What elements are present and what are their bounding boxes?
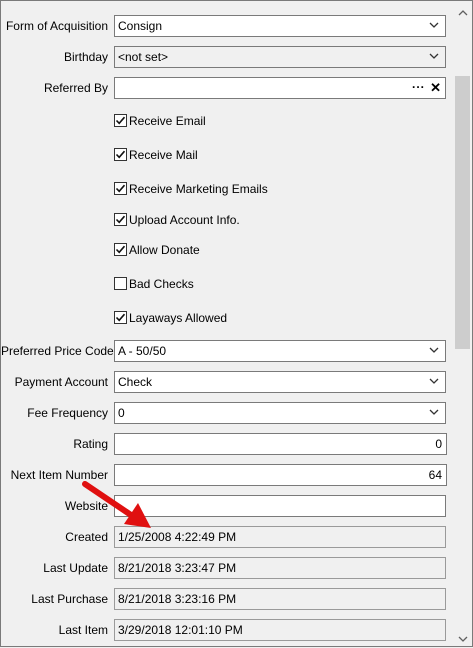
checkmark-icon	[115, 184, 126, 193]
checkbox-row[interactable]: Bad Checks	[114, 276, 374, 292]
created-row: Created 1/25/2008 4:22:49 PM	[1, 526, 449, 548]
form-of-acquisition-row: Form of Acquisition Consign	[1, 15, 449, 37]
fee-frequency-select[interactable]: 0	[114, 402, 446, 424]
birthday-picker[interactable]: <not set>	[114, 46, 446, 68]
website-input[interactable]	[114, 495, 446, 517]
referred-by-field[interactable]: ... ✕	[114, 77, 446, 99]
preferred-price-code-select[interactable]: A - 50/50	[114, 340, 446, 362]
clear-icon[interactable]: ✕	[430, 78, 441, 98]
checkbox-label: Receive Mail	[129, 148, 198, 162]
checkbox-row[interactable]: Layaways Allowed	[114, 310, 374, 326]
last-purchase-row: Last Purchase 8/21/2018 3:23:16 PM	[1, 588, 449, 610]
checkbox-checked[interactable]	[114, 243, 127, 256]
rating-label: Rating	[73, 437, 108, 451]
scroll-up-icon[interactable]	[458, 6, 468, 16]
checkbox-label: Receive Email	[129, 114, 206, 128]
payment-account-row: Payment Account Check	[1, 371, 449, 393]
checkbox-checked[interactable]	[114, 311, 127, 324]
last-update-value: 8/21/2018 3:23:47 PM	[114, 557, 446, 579]
payment-account-select[interactable]: Check	[114, 371, 446, 393]
last-purchase-label: Last Purchase	[31, 592, 108, 606]
checkmark-icon	[115, 245, 126, 254]
rating-row: Rating 0	[1, 433, 449, 455]
last-item-label: Last Item	[58, 623, 108, 637]
form-of-acquisition-value: Consign	[118, 19, 163, 33]
rating-input[interactable]: 0	[114, 433, 447, 455]
birthday-label: Birthday	[63, 50, 108, 64]
checkbox-label: Bad Checks	[129, 277, 194, 291]
chevron-down-icon[interactable]	[429, 47, 441, 67]
payment-account-value: Check	[118, 375, 153, 389]
checkmark-icon	[115, 215, 126, 224]
scrollbar-thumb[interactable]	[455, 76, 470, 349]
checkbox-checked[interactable]	[114, 148, 127, 161]
checkbox-row[interactable]: Receive Marketing Emails	[114, 181, 374, 197]
checkbox-row[interactable]: Receive Email	[114, 113, 374, 129]
checkbox-label: Layaways Allowed	[129, 311, 228, 325]
last-item-value: 3/29/2018 12:01:10 PM	[114, 619, 446, 641]
payment-account-label: Payment Account	[14, 375, 108, 389]
birthday-value: <not set>	[118, 50, 169, 64]
last-purchase-value: 8/21/2018 3:23:16 PM	[114, 588, 446, 610]
preferred-price-code-label: Preferred Price Code	[1, 344, 114, 358]
fee-frequency-row: Fee Frequency 0	[1, 402, 449, 424]
checkbox-label: Receive Marketing Emails	[129, 182, 268, 196]
referred-by-row: Referred By ... ✕	[1, 77, 449, 99]
checkbox-label: Allow Donate	[129, 243, 200, 257]
created-value: 1/25/2008 4:22:49 PM	[114, 526, 446, 548]
checkbox-checked[interactable]	[114, 114, 127, 127]
fee-frequency-value: 0	[118, 406, 125, 420]
vertical-scrollbar[interactable]	[453, 1, 472, 646]
chevron-down-icon[interactable]	[429, 341, 441, 361]
scroll-down-icon[interactable]	[458, 632, 468, 642]
browse-ellipsis-button[interactable]: ...	[412, 78, 425, 94]
created-label: Created	[65, 530, 108, 544]
checkbox-unchecked[interactable]	[114, 277, 127, 290]
checkbox-row[interactable]: Receive Mail	[114, 147, 374, 163]
birthday-row: Birthday <not set>	[1, 46, 449, 68]
referred-by-label: Referred By	[43, 81, 108, 95]
last-update-label: Last Update	[43, 561, 108, 575]
fee-frequency-label: Fee Frequency	[27, 406, 108, 420]
checkmark-icon	[115, 313, 126, 322]
form-panel: Form of Acquisition Consign Birthday <no…	[0, 0, 473, 647]
preferred-price-code-row: Preferred Price Code A - 50/50	[1, 340, 449, 362]
checkmark-icon	[115, 116, 126, 125]
website-label: Website	[64, 499, 108, 513]
chevron-down-icon[interactable]	[429, 372, 441, 392]
checkbox-row[interactable]: Upload Account Info.	[114, 212, 374, 228]
checkmark-icon	[115, 150, 126, 159]
last-update-row: Last Update 8/21/2018 3:23:47 PM	[1, 557, 449, 579]
chevron-down-icon[interactable]	[429, 16, 441, 36]
checkbox-checked[interactable]	[114, 213, 127, 226]
checkbox-label: Upload Account Info.	[129, 213, 240, 227]
chevron-down-icon[interactable]	[429, 403, 441, 423]
preferred-price-code-value: A - 50/50	[118, 344, 167, 358]
website-row: Website	[1, 495, 449, 517]
next-item-number-row: Next Item Number 64	[1, 464, 449, 486]
form-of-acquisition-select[interactable]: Consign	[114, 15, 446, 37]
checkbox-checked[interactable]	[114, 182, 127, 195]
last-item-row: Last Item 3/29/2018 12:01:10 PM	[1, 619, 449, 641]
next-item-number-input[interactable]: 64	[114, 464, 447, 486]
form-of-acquisition-label: Form of Acquisition	[5, 19, 108, 33]
checkbox-row[interactable]: Allow Donate	[114, 242, 374, 258]
next-item-number-label: Next Item Number	[10, 468, 108, 482]
